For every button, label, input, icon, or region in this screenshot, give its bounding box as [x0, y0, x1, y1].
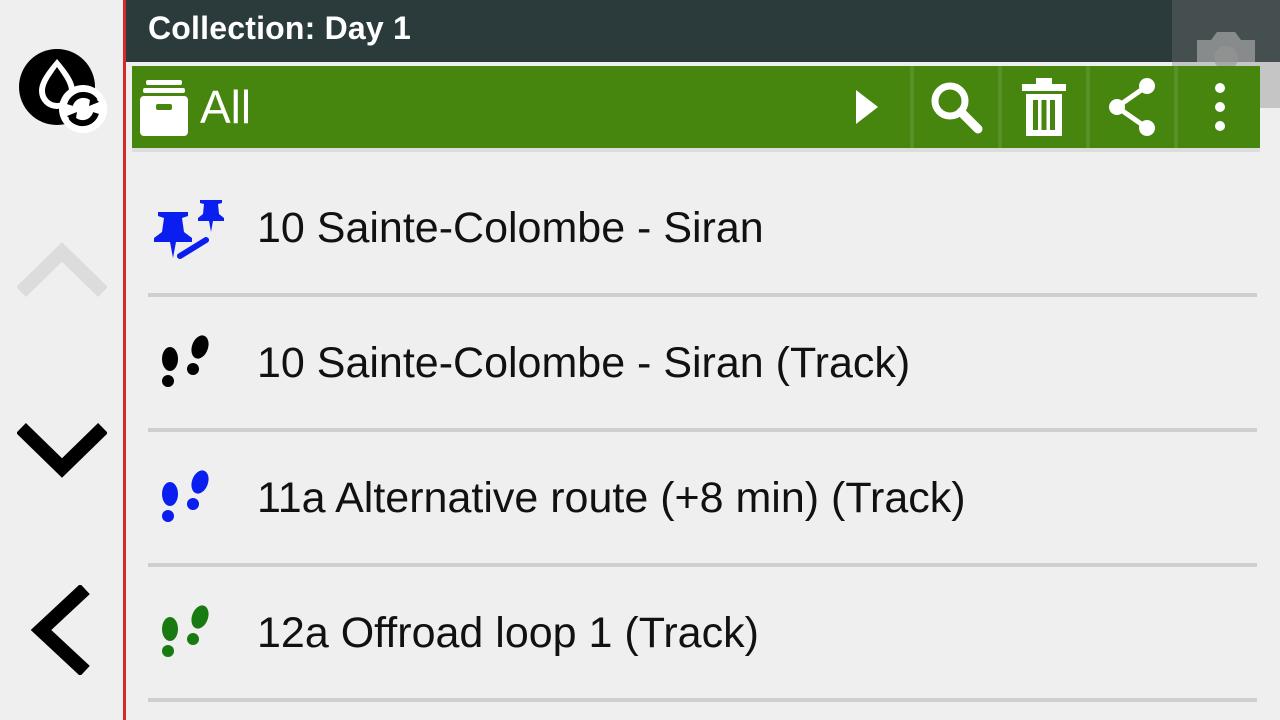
collection-list: 10 Sainte-Colombe - Siran 10 Sainte-Colo… — [126, 162, 1280, 720]
chevron-up-icon — [17, 242, 107, 298]
share-button[interactable] — [1090, 66, 1174, 148]
play-icon — [856, 90, 878, 124]
list-item[interactable]: 12a Offroad loop 1 (Track) — [126, 567, 1280, 702]
chevron-down-icon — [17, 422, 107, 478]
scroll-down-button[interactable] — [0, 390, 124, 510]
more-vert-icon — [1215, 83, 1225, 131]
filter-dropdown[interactable]: All — [132, 66, 912, 148]
item-label: 10 Sainte-Colombe - Siran (Track) — [257, 339, 911, 387]
archive-box-icon — [140, 80, 188, 136]
play-button[interactable] — [822, 66, 912, 148]
item-label: 12a Offroad loop 1 (Track) — [257, 609, 759, 657]
title-bar: Collection: Day 1 — [126, 0, 1280, 62]
delete-button[interactable] — [1002, 66, 1086, 148]
collection-toolbar: All — [132, 66, 1260, 148]
list-item[interactable]: 10 Sainte-Colombe - Siran — [126, 162, 1280, 297]
more-options-button[interactable] — [1178, 66, 1262, 148]
side-rail — [0, 0, 124, 720]
list-item[interactable]: 10 Sainte-Colombe - Siran (Track) — [126, 297, 1280, 432]
list-item[interactable]: 11a Alternative route (+8 min) (Track) — [126, 432, 1280, 567]
back-button[interactable] — [0, 570, 124, 690]
map-sync-button[interactable] — [0, 30, 124, 150]
search-button[interactable] — [914, 66, 998, 148]
footprints-icon — [162, 335, 209, 387]
back-arrow-icon — [30, 585, 90, 675]
map-sync-icon — [19, 49, 107, 133]
scroll-up-button[interactable] — [0, 210, 124, 330]
route-pins-icon — [154, 200, 224, 259]
item-label: 11a Alternative route (+8 min) (Track) — [257, 474, 966, 522]
trash-icon — [1022, 78, 1066, 136]
share-icon — [1109, 78, 1155, 136]
page-title: Collection: Day 1 — [148, 10, 412, 46]
item-label: 10 Sainte-Colombe - Siran — [257, 204, 764, 252]
search-icon — [931, 82, 983, 134]
footprints-icon — [162, 605, 209, 657]
row-divider — [148, 698, 1257, 702]
filter-label: All — [200, 81, 252, 133]
footprints-icon — [162, 470, 209, 522]
